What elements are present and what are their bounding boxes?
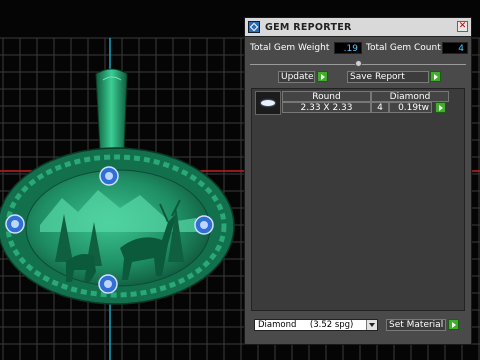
green-arrow-icon[interactable] bbox=[317, 71, 328, 82]
gem-material-header: Diamond bbox=[371, 91, 449, 102]
total-gem-count-value: 4 bbox=[442, 42, 468, 54]
gem-reporter-icon bbox=[248, 21, 260, 33]
action-buttons: Update Save Report bbox=[245, 71, 471, 84]
pendant-bail bbox=[95, 68, 128, 154]
update-button[interactable]: Update bbox=[278, 71, 315, 83]
gem-list[interactable]: Round Diamond 2.33 X 2.33 4 0.19tw bbox=[251, 88, 465, 311]
gem-right bbox=[194, 215, 214, 235]
gem-weight-cell: 0.19tw bbox=[389, 102, 432, 113]
close-icon[interactable]: ✕ bbox=[457, 21, 468, 32]
gem-top bbox=[99, 166, 119, 186]
total-gem-weight-label: Total Gem Weight bbox=[250, 43, 330, 53]
gem-reporter-panel: GEM REPORTER ✕ Total Gem Weight .19 Tota… bbox=[244, 17, 472, 345]
panel-title: GEM REPORTER bbox=[265, 21, 352, 33]
chevron-down-icon[interactable] bbox=[366, 320, 377, 330]
green-arrow-icon[interactable] bbox=[448, 319, 459, 330]
green-arrow-icon[interactable] bbox=[430, 71, 441, 82]
total-gem-count-label: Total Gem Count bbox=[366, 43, 441, 53]
panel-titlebar[interactable]: GEM REPORTER ✕ bbox=[245, 18, 471, 37]
gem-shape-header: Round bbox=[282, 91, 371, 102]
material-dropdown-value: Diamond (3.52 spg) bbox=[258, 320, 354, 330]
slider-thumb[interactable] bbox=[355, 60, 362, 67]
material-row: Diamond (3.52 spg) Set Material bbox=[245, 318, 471, 332]
material-dropdown[interactable]: Diamond (3.52 spg) bbox=[254, 319, 378, 331]
totals-row: Total Gem Weight .19 Total Gem Count 4 bbox=[245, 41, 471, 55]
gem-count-cell: 4 bbox=[371, 102, 389, 113]
green-arrow-icon[interactable] bbox=[435, 102, 446, 113]
gem-bottom bbox=[98, 274, 118, 294]
round-gem-icon[interactable] bbox=[255, 91, 281, 115]
gem-left bbox=[5, 214, 25, 234]
gem-size-cell: 2.33 X 2.33 bbox=[282, 102, 371, 113]
total-gem-weight-value: .19 bbox=[334, 42, 362, 54]
size-slider[interactable] bbox=[245, 60, 471, 67]
set-material-button[interactable]: Set Material bbox=[386, 319, 446, 331]
save-report-button[interactable]: Save Report bbox=[347, 71, 429, 83]
